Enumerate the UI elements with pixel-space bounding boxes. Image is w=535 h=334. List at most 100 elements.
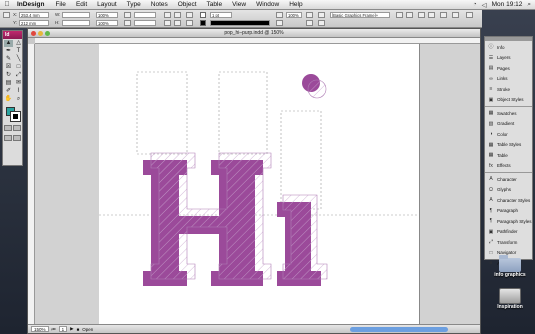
scale-x-field[interactable]: 100% <box>96 12 118 18</box>
note-tool-icon[interactable]: ✉ <box>14 80 23 87</box>
select-next-icon[interactable] <box>186 12 193 18</box>
type-tool-icon[interactable]: T <box>14 48 23 55</box>
preview-view-icon[interactable] <box>13 135 21 141</box>
stroke-color-swatch[interactable] <box>10 111 21 122</box>
document-page[interactable] <box>99 44 419 324</box>
zoom-window-icon[interactable] <box>45 31 50 36</box>
menu-table[interactable]: Table <box>202 1 228 8</box>
direct-selection-tool-icon[interactable]: △ <box>14 40 23 47</box>
opacity-field[interactable]: 100% <box>286 12 302 18</box>
rotate-icon[interactable] <box>124 12 131 18</box>
panel-swatches[interactable]: ▦ Swatches <box>485 108 532 119</box>
rotate-90-icon[interactable] <box>164 20 171 26</box>
stroke-type-dropdown[interactable] <box>210 20 270 26</box>
panel-color[interactable]: ◑ Color <box>485 129 532 140</box>
menu-object[interactable]: Object <box>173 1 202 8</box>
panel-effects[interactable]: fx Effects <box>485 161 532 172</box>
pen-tool-icon[interactable]: ✒ <box>4 48 13 55</box>
panel-gradient[interactable]: ▧ Gradient <box>485 119 532 130</box>
y-position-field[interactable]: 212 mm <box>19 20 49 26</box>
menu-notes[interactable]: Notes <box>146 1 173 8</box>
hand-tool-icon[interactable]: ✋ <box>4 96 13 103</box>
flip-horizontal-icon[interactable] <box>164 12 171 18</box>
menu-layout[interactable]: Layout <box>92 1 122 8</box>
effects-fx-icon[interactable] <box>276 12 283 18</box>
text-wrap-around-icon[interactable] <box>406 12 413 18</box>
scale-tool-icon[interactable]: ⤢ <box>14 72 23 79</box>
menu-view[interactable]: View <box>227 1 251 8</box>
menu-edit[interactable]: Edit <box>71 1 92 8</box>
apple-menu-icon[interactable]:  <box>0 1 14 8</box>
distribute-icon[interactable] <box>452 12 459 18</box>
pencil-tool-icon[interactable]: ✎ <box>4 56 13 63</box>
hi-artwork[interactable] <box>99 44 419 324</box>
panel-object-styles[interactable]: ▣ Object Styles <box>485 95 532 106</box>
center-content-icon[interactable] <box>318 20 325 26</box>
volume-icon[interactable]: ◁ <box>482 1 487 9</box>
minimize-window-icon[interactable] <box>38 31 43 36</box>
menubar-clock[interactable]: Mon 19:12 <box>492 1 523 8</box>
horizontal-scrollbar[interactable] <box>350 326 448 332</box>
menu-app-name[interactable]: InDesign <box>14 1 50 8</box>
gradient-tool-icon[interactable]: ▤ <box>4 80 13 87</box>
select-content-icon[interactable] <box>186 20 193 26</box>
text-wrap-icon[interactable] <box>396 12 403 18</box>
desktop-folder-info-graphics[interactable]: info graphics <box>488 255 532 278</box>
width-field[interactable] <box>62 12 90 18</box>
align-left-icon[interactable] <box>418 12 425 18</box>
panel-layers[interactable]: ☰ Layers <box>485 53 532 64</box>
menu-window[interactable]: Window <box>251 1 284 8</box>
vertical-ruler[interactable] <box>28 44 35 324</box>
align-right-icon[interactable] <box>440 12 447 18</box>
object-style-dropdown[interactable]: [Basic Graphics Frame]+ <box>330 12 390 18</box>
reference-point-icon[interactable] <box>3 12 10 18</box>
select-container-icon[interactable] <box>174 20 181 26</box>
airport-icon[interactable]: ◔ <box>473 1 477 8</box>
x-position-field[interactable]: 253.4 mm <box>19 12 49 18</box>
rectangle-frame-tool-icon[interactable]: ☒ <box>4 64 13 71</box>
panel-paragraph[interactable]: ¶ Paragraph <box>485 206 532 217</box>
spotlight-icon[interactable]: ⌕ <box>527 1 531 9</box>
menu-help[interactable]: Help <box>284 1 307 8</box>
measure-tool-icon[interactable]: ⌇ <box>14 88 23 95</box>
rotate-tool-icon[interactable]: ↻ <box>4 72 13 79</box>
menu-file[interactable]: File <box>50 1 70 8</box>
panel-info[interactable]: ⓘ Info <box>485 42 532 53</box>
panel-character[interactable]: A Character <box>485 174 532 185</box>
panel-pathfinder[interactable]: ▣ Pathfinder <box>485 227 532 238</box>
panel-character-styles[interactable]: A Character Styles <box>485 195 532 206</box>
zoom-tool-icon[interactable]: ⌕ <box>14 96 23 103</box>
panel-links[interactable]: ∞ Links <box>485 74 532 85</box>
stroke-weight-field[interactable]: 1 pt <box>210 12 232 18</box>
panel-transform[interactable]: ⤢ Transform <box>485 237 532 248</box>
fit-content-icon[interactable] <box>306 12 313 18</box>
rectangle-tool-icon[interactable]: □ <box>14 64 23 71</box>
panel-pages[interactable]: ▤ Pages <box>485 63 532 74</box>
height-field[interactable] <box>62 20 90 26</box>
menu-type[interactable]: Type <box>122 1 146 8</box>
scale-y-field[interactable]: 100% <box>96 20 118 26</box>
fit-proportionally-icon[interactable] <box>318 12 325 18</box>
selection-tool-icon[interactable]: ▲ <box>4 40 13 47</box>
panel-glyphs[interactable]: Ω Glyphs <box>485 185 532 196</box>
pasteboard[interactable] <box>35 44 480 324</box>
desktop-drive-inspiration[interactable]: Inspiration <box>488 288 532 310</box>
shear-icon[interactable] <box>124 20 131 26</box>
zoom-level-field[interactable]: 150% <box>31 326 49 332</box>
close-window-icon[interactable] <box>31 31 36 36</box>
panel-paragraph-styles[interactable]: ¶ Paragraph Styles <box>485 216 532 227</box>
panel-navigator[interactable]: □ Navigator <box>485 248 532 259</box>
control-panel-menu-icon[interactable] <box>466 12 473 18</box>
apply-color-icon[interactable] <box>4 125 12 131</box>
line-tool-icon[interactable]: ╲ <box>14 56 23 63</box>
drop-shadow-icon[interactable] <box>276 20 283 26</box>
shear-field[interactable] <box>134 20 156 26</box>
apply-none-icon[interactable] <box>13 125 21 131</box>
next-page-icon[interactable]: ▶ <box>70 326 73 332</box>
fit-frame-icon[interactable] <box>306 20 313 26</box>
panel-stroke[interactable]: ≡ Stroke <box>485 84 532 95</box>
flip-vertical-icon[interactable] <box>174 12 181 18</box>
fill-swatch[interactable] <box>200 12 206 18</box>
first-page-icon[interactable]: ⏮ <box>52 327 56 332</box>
panel-table-styles[interactable]: ▦ Table Styles <box>485 140 532 151</box>
